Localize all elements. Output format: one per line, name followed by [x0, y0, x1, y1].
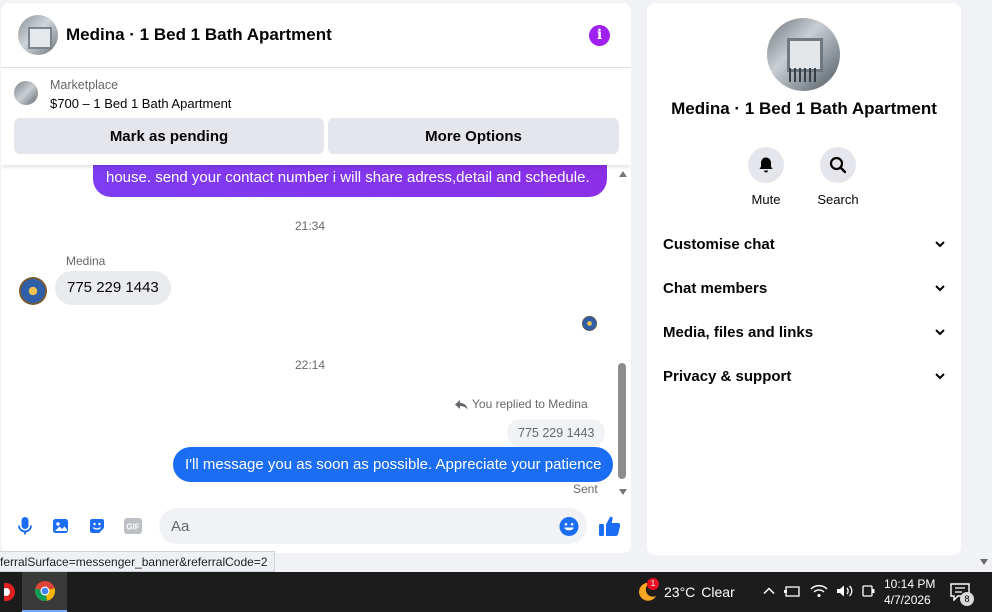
reply-indicator: You replied to Medina [455, 397, 588, 411]
sender-avatar[interactable] [19, 277, 47, 305]
sender-name: Medina [66, 254, 106, 268]
sticker-icon[interactable] [87, 516, 107, 536]
marketplace-banner: Marketplace $700 – 1 Bed 1 Bath Apartmen… [1, 69, 631, 165]
section-label: Customise chat [663, 235, 775, 253]
battery-plug-icon[interactable] [862, 584, 876, 603]
scroll-down-arrow-icon[interactable] [619, 489, 627, 495]
conversation-info-panel: Medina · 1 Bed 1 Bath Apartment Mute Sea… [647, 3, 961, 555]
outgoing-message-bubble[interactable]: I'll message you as soon as possible. Ap… [173, 447, 614, 482]
message-status: Sent [573, 482, 598, 496]
thumbs-up-icon[interactable] [598, 514, 622, 538]
system-tray [762, 584, 876, 603]
message-scrollbar[interactable] [616, 171, 628, 495]
section-chat-members[interactable]: Chat members [663, 276, 945, 300]
mute-label: Mute [751, 192, 781, 207]
wifi-icon[interactable] [810, 584, 828, 603]
chevron-down-icon [935, 239, 945, 249]
search-button[interactable]: Search [808, 147, 868, 207]
marketplace-label: Marketplace [50, 78, 119, 92]
incoming-message-bubble[interactable]: 775 229 1443 [55, 271, 171, 305]
chevron-up-icon[interactable] [762, 584, 776, 603]
conversation-title[interactable]: Medina · 1 Bed 1 Bath Apartment [66, 25, 332, 45]
mute-button[interactable]: Mute [736, 147, 796, 207]
search-label: Search [817, 192, 859, 207]
listing-thumbnail[interactable] [14, 81, 38, 105]
microphone-icon[interactable] [15, 516, 35, 536]
search-icon[interactable] [820, 147, 856, 183]
mark-as-pending-button[interactable]: Mark as pending [14, 118, 324, 154]
section-customise-chat[interactable]: Customise chat [663, 232, 945, 256]
notification-count-badge: 8 [960, 592, 974, 606]
timestamp: 22:14 [295, 358, 326, 372]
message-input[interactable] [159, 508, 587, 544]
network-device-icon[interactable] [784, 584, 802, 603]
info-avatar[interactable] [767, 18, 840, 91]
timestamp: 21:34 [295, 219, 326, 233]
weather-widget[interactable]: 1 23°C Clear [636, 578, 735, 603]
conversation-avatar[interactable] [18, 15, 58, 55]
message-list: house. send your contact number i will s… [1, 165, 631, 499]
chat-header: Medina · 1 Bed 1 Bath Apartment i [1, 3, 631, 68]
outgoing-message-bubble[interactable]: house. send your contact number i will s… [93, 165, 607, 197]
emoji-icon[interactable] [559, 516, 579, 536]
taskbar-app-icon[interactable] [0, 572, 22, 612]
gif-label: GIF [126, 523, 139, 532]
clock-date: 4/7/2026 [884, 593, 931, 607]
clock-time: 10:14 PM [884, 577, 936, 591]
section-label: Media, files and links [663, 323, 814, 341]
weather-description: Clear [701, 584, 735, 600]
photo-icon[interactable] [51, 516, 71, 536]
taskbar-clock[interactable]: 10:14 PM 4/7/2026 [884, 576, 935, 608]
section-label: Privacy & support [663, 367, 792, 385]
replied-message-quote[interactable]: 775 229 1443 [507, 419, 606, 447]
chevron-down-icon [935, 283, 945, 293]
chevron-down-icon [935, 327, 945, 337]
chrome-taskbar-icon[interactable] [22, 572, 67, 612]
message-composer: GIF [1, 503, 631, 553]
scrollbar-thumb[interactable] [618, 363, 626, 479]
chat-panel: Medina · 1 Bed 1 Bath Apartment i Market… [1, 3, 631, 553]
section-label: Chat members [663, 279, 768, 297]
chevron-down-icon [935, 371, 945, 381]
reply-note-text: You replied to Medina [472, 397, 588, 411]
moon-icon: 1 [636, 578, 659, 603]
link-status-url: ferralSurface=messenger_banner&referralC… [0, 551, 275, 572]
section-privacy-support[interactable]: Privacy & support [663, 364, 945, 388]
info-title: Medina · 1 Bed 1 Bath Apartment [671, 99, 937, 118]
gif-icon[interactable]: GIF [123, 516, 143, 536]
reply-arrow-icon [455, 399, 468, 409]
scroll-up-arrow-icon[interactable] [619, 171, 627, 177]
section-media-files-links[interactable]: Media, files and links [663, 320, 945, 344]
weather-temperature: 23°C [664, 584, 696, 600]
volume-icon[interactable] [836, 584, 854, 603]
taskbar: 1 23°C Clear 10:14 PM 4/7/2026 8 [0, 572, 992, 612]
listing-title[interactable]: $700 – 1 Bed 1 Bath Apartment [50, 96, 231, 111]
info-icon[interactable]: i [589, 25, 610, 46]
page-scroll-down-icon[interactable] [980, 559, 988, 565]
bell-icon[interactable] [748, 147, 784, 183]
read-receipt-avatar [582, 316, 597, 331]
more-options-button[interactable]: More Options [328, 118, 619, 154]
weather-badge: 1 [647, 578, 659, 590]
